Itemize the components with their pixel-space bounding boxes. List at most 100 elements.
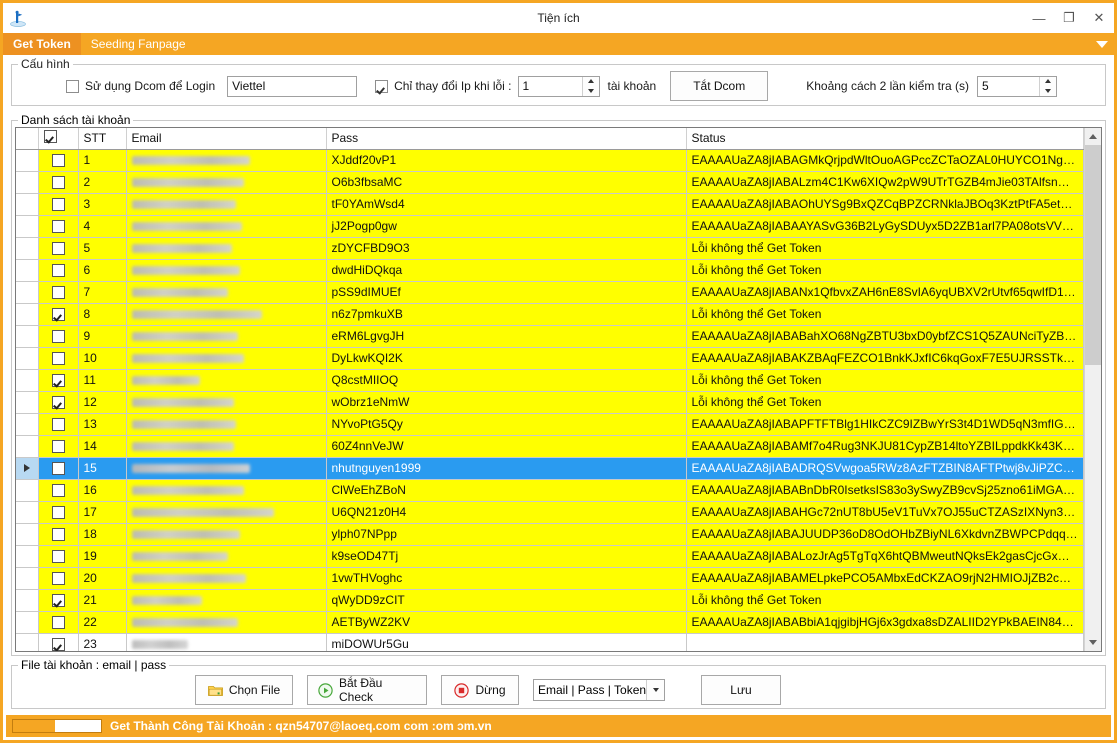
row-select-cell[interactable] xyxy=(38,545,79,568)
table-row[interactable]: 6 dwdHiDQkqa Lỗi không thể Get Token xyxy=(16,259,1084,282)
accounts-grid[interactable]: STT Email Pass Status 1 XJddf20vP1 EAAAAUa… xyxy=(16,128,1084,651)
row-select-cell[interactable] xyxy=(38,589,79,612)
change-ip-checkbox[interactable] xyxy=(375,79,389,93)
table-row[interactable]: 9 eRM6LgvgJH EAAAAUaZA8jIABABahXO68NgZBTU3… xyxy=(16,325,1084,348)
row-checkbox[interactable] xyxy=(51,550,65,564)
row-indicator-cell[interactable] xyxy=(16,479,39,502)
row-select-cell[interactable] xyxy=(38,413,79,436)
table-row[interactable]: 4 jJ2Pogp0gw EAAAAUaZA8jIABAAYASvG36B2LyGy… xyxy=(16,215,1084,238)
row-checkbox[interactable] xyxy=(51,374,65,388)
row-indicator-cell[interactable] xyxy=(16,567,39,590)
table-row[interactable]: 12 wObrz1eNmW Lỗi không thể Get Token xyxy=(16,391,1084,414)
row-select-cell[interactable] xyxy=(38,149,79,172)
scroll-down-button[interactable] xyxy=(1085,634,1101,651)
row-select-cell[interactable] xyxy=(38,633,79,651)
row-select-cell[interactable] xyxy=(38,457,79,480)
row-indicator-cell[interactable] xyxy=(16,545,39,568)
row-checkbox[interactable] xyxy=(51,638,65,651)
row-select-cell[interactable] xyxy=(38,325,79,348)
row-indicator-cell[interactable] xyxy=(16,171,39,194)
table-row[interactable]: 3 tF0YAmWsd4 EAAAAUaZA8jIABAOhUYSg9BxQZCqB… xyxy=(16,193,1084,216)
row-checkbox[interactable] xyxy=(51,594,65,608)
row-indicator-cell[interactable] xyxy=(16,589,39,612)
table-row[interactable]: 17 U6QN21z0H4 EAAAAUaZA8jIABAHGc72nUT8bU5e… xyxy=(16,501,1084,524)
table-row[interactable]: 5 zDYCFBD9O3 Lỗi không thể Get Token xyxy=(16,237,1084,260)
close-icon[interactable]: ✕ xyxy=(1084,3,1114,33)
col-header-selectall[interactable] xyxy=(38,128,79,150)
row-indicator-cell[interactable] xyxy=(16,523,39,546)
tab-seeding-fanpage[interactable]: Seeding Fanpage xyxy=(81,33,196,55)
table-row[interactable]: 23 miDOWUr5Gu xyxy=(16,633,1084,651)
row-checkbox[interactable] xyxy=(51,286,65,300)
table-row[interactable]: 19 k9seOD47Tj EAAAAUaZA8jIABALozJrAg5TgTqX… xyxy=(16,545,1084,568)
table-row[interactable]: 2 O6b3fbsaMC EAAAAUaZA8jIABALzm4C1Kw6XIQw2… xyxy=(16,171,1084,194)
row-checkbox[interactable] xyxy=(51,176,65,190)
row-indicator-cell[interactable] xyxy=(16,303,39,326)
row-indicator-cell[interactable] xyxy=(16,237,39,260)
row-indicator-cell[interactable] xyxy=(16,501,39,524)
table-row[interactable]: 8 n6z7pmkuXB Lỗi không thể Get Token xyxy=(16,303,1084,326)
save-button[interactable]: Lưu xyxy=(701,675,781,705)
interval-spinner[interactable]: 5 xyxy=(976,75,1057,97)
table-row[interactable]: 7 pSS9dIMUEf EAAAAUaZA8jIABANx1QfbvxZAH6nE… xyxy=(16,281,1084,304)
row-select-cell[interactable] xyxy=(38,215,79,238)
table-row[interactable]: 10 DyLkwKQI2K EAAAAUaZA8jIABAKZBAqFEZCO1Bn… xyxy=(16,347,1084,370)
turn-off-dcom-button[interactable]: Tắt Dcom xyxy=(670,71,769,101)
row-checkbox[interactable] xyxy=(51,462,65,476)
col-header-pass[interactable]: Pass xyxy=(326,128,687,150)
select-all-checkbox[interactable] xyxy=(43,130,57,144)
choose-file-button[interactable]: Chọn File xyxy=(195,675,293,705)
use-dcom-checkbox[interactable] xyxy=(66,79,79,93)
dcom-input[interactable]: Viettel xyxy=(227,75,358,97)
table-row[interactable]: 16 ClWeEhZBoN EAAAAUaZA8jIABABnDbR0IsetksI… xyxy=(16,479,1084,502)
table-row[interactable]: 20 1vwTHVoghc EAAAAUaZA8jIABAMELpkePCO5AMb… xyxy=(16,567,1084,590)
row-select-cell[interactable] xyxy=(38,259,79,282)
spinner-down-icon[interactable] xyxy=(582,86,599,96)
row-checkbox[interactable] xyxy=(51,396,65,410)
tab-overflow-button[interactable] xyxy=(1096,33,1108,55)
row-checkbox[interactable] xyxy=(51,330,65,344)
row-checkbox[interactable] xyxy=(51,484,65,498)
row-select-cell[interactable] xyxy=(38,193,79,216)
row-indicator-cell[interactable] xyxy=(16,633,39,651)
row-select-cell[interactable] xyxy=(38,567,79,590)
row-select-cell[interactable] xyxy=(38,523,79,546)
row-checkbox[interactable] xyxy=(51,572,65,586)
start-check-button[interactable]: Bắt Đầu Check xyxy=(307,675,427,705)
row-select-cell[interactable] xyxy=(38,611,79,634)
row-indicator-cell[interactable] xyxy=(16,325,39,348)
table-row[interactable]: 13 NYvoPtG5Qy EAAAAUaZA8jIABAPFTFTBlg1HIkC… xyxy=(16,413,1084,436)
row-select-cell[interactable] xyxy=(38,479,79,502)
row-select-cell[interactable] xyxy=(38,303,79,326)
col-header-stt[interactable]: STT xyxy=(78,128,127,150)
format-combobox-arrow[interactable] xyxy=(646,680,664,700)
table-row[interactable]: 11 Q8cstMIIOQ Lỗi không thể Get Token xyxy=(16,369,1084,392)
table-row[interactable]: 1 XJddf20vP1 EAAAAUaZA8jIABAGMkQrjpdWltOuo… xyxy=(16,149,1084,172)
row-checkbox[interactable] xyxy=(51,616,65,630)
row-indicator-cell[interactable] xyxy=(16,347,39,370)
spinner-up-icon[interactable] xyxy=(1039,76,1056,86)
spinner-down-icon[interactable] xyxy=(1039,86,1056,96)
row-indicator-cell[interactable] xyxy=(16,149,39,172)
row-select-cell[interactable] xyxy=(38,347,79,370)
table-row[interactable]: 21 qWyDD9zCIT Lỗi không thể Get Token xyxy=(16,589,1084,612)
table-row[interactable]: 18 ylph07NPpp EAAAAUaZA8jIABAJUUDP36oD8OdO… xyxy=(16,523,1084,546)
stop-button[interactable]: Dừng xyxy=(441,675,519,705)
row-checkbox[interactable] xyxy=(51,418,65,432)
row-select-cell[interactable] xyxy=(38,391,79,414)
format-combobox[interactable]: Email | Pass | Token xyxy=(533,679,665,701)
maximize-icon[interactable]: ❐ xyxy=(1054,3,1084,33)
row-select-cell[interactable] xyxy=(38,171,79,194)
row-indicator-cell[interactable] xyxy=(16,215,39,238)
row-checkbox[interactable] xyxy=(51,154,65,168)
interval-spinner-value[interactable]: 5 xyxy=(978,77,1039,96)
row-checkbox[interactable] xyxy=(51,242,65,256)
col-header-email[interactable]: Email xyxy=(126,128,327,150)
row-checkbox[interactable] xyxy=(51,440,65,454)
change-ip-spinner[interactable]: 1 xyxy=(517,75,600,97)
interval-spinner-buttons[interactable] xyxy=(1038,76,1056,96)
table-row[interactable]: 15 nhutnguyen1999 EAAAAUaZA8jIABADRQSVwgoa… xyxy=(16,457,1084,480)
row-checkbox[interactable] xyxy=(51,308,65,322)
minimize-icon[interactable]: — xyxy=(1024,3,1054,33)
scroll-up-button[interactable] xyxy=(1085,128,1101,145)
